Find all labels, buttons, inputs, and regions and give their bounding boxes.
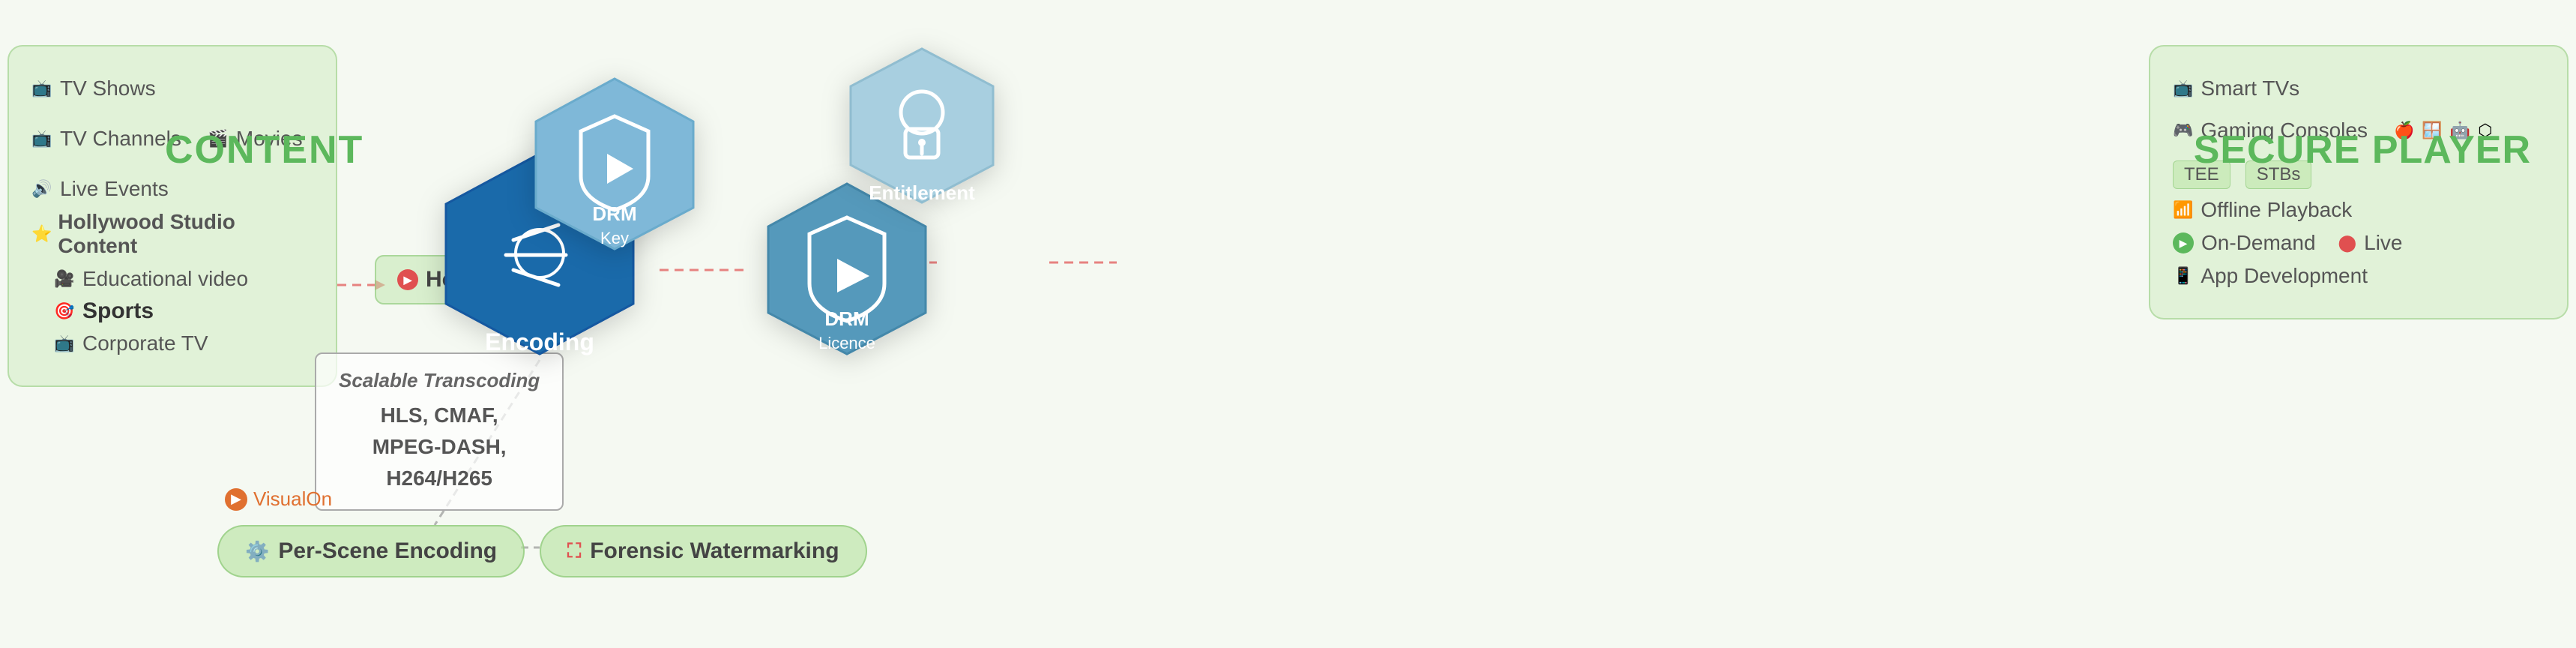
smart-tvs-icon: 📺 <box>2173 79 2193 98</box>
educational-item: 🎥 Educational video <box>54 267 313 291</box>
forensic-watermarking-badge[interactable]: ⛶ Forensic Watermarking <box>540 525 867 578</box>
per-scene-label: Per-Scene Encoding <box>278 538 497 564</box>
star-icon: ⭐ <box>31 224 52 244</box>
tv-channels-item: 📺 TV Channels <box>31 127 181 151</box>
sports-icon: 🎯 <box>54 301 75 322</box>
educational-label: Educational video <box>82 267 248 291</box>
diagram-container: 📺 TV Shows 📺 TV Channels 🎬 Movies 🔊 Live… <box>0 0 2576 648</box>
visualon-label: ▶ VisualOn <box>225 488 332 511</box>
transcoding-formats: HLS, CMAF,MPEG-DASH,H264/H265 <box>339 400 540 494</box>
on-demand-icon: ▶ <box>2173 232 2194 254</box>
visualon-icon: ▶ <box>225 488 247 511</box>
tv-channels-label: TV Channels <box>60 127 181 151</box>
ondemand-live-row: ▶ On-Demand ⬤ Live <box>2173 231 2545 255</box>
gear-icon: ⚙️ <box>245 540 269 563</box>
edu-icon: 🎥 <box>54 268 75 290</box>
secure-player-panel: 📺 Smart TVs 🎮 Gaming Consoles 🍎 🪟 🤖 ⬡ <box>2149 45 2569 320</box>
secure-player-title: SECURE PLAYER <box>2194 128 2531 172</box>
hollywood-row: ⭐ Hollywood Studio Content <box>31 210 313 258</box>
tv-channels-icon: 📺 <box>31 128 52 149</box>
smart-tvs-item: 📺 Smart TVs <box>2173 76 2299 100</box>
hollywood-label: Hollywood Studio Content <box>58 210 313 258</box>
offline-icon: 📶 <box>2173 200 2193 220</box>
per-scene-encoding-badge[interactable]: ⚙️ Per-Scene Encoding <box>217 525 525 578</box>
app-dev-item: 📱 App Development <box>2173 264 2545 288</box>
on-demand-label: On-Demand <box>2201 231 2316 255</box>
tv-shows-item: 📺 TV Shows <box>31 76 156 100</box>
corporate-label: Corporate TV <box>82 332 208 356</box>
offline-playback-item: 📶 Offline Playback <box>2173 198 2545 222</box>
live-icon: ⬤ <box>2338 233 2357 253</box>
live-item: ⬤ Live <box>2338 231 2403 255</box>
live-label: Live <box>2364 231 2402 255</box>
gaming-consoles-icon: 🎮 <box>2173 121 2193 140</box>
app-dev-label: App Development <box>2201 264 2368 288</box>
entitlement-hexagon[interactable]: Entitlement <box>847 45 997 221</box>
tv-shows-icon: 📺 <box>31 78 52 99</box>
content-panel: 📺 TV Shows 📺 TV Channels 🎬 Movies 🔊 Live… <box>7 45 337 387</box>
app-dev-icon: 📱 <box>2173 266 2193 286</box>
forensic-label: Forensic Watermarking <box>590 538 839 564</box>
live-events-label: Live Events <box>60 177 169 201</box>
corporate-item: 📺 Corporate TV <box>54 332 313 356</box>
live-events-item: 🔊 Live Events <box>31 177 169 201</box>
sports-label: Sports <box>82 298 154 324</box>
hot-folder-icon: ▶ <box>397 269 418 290</box>
on-demand-item: ▶ On-Demand <box>2173 231 2316 255</box>
drm-key-hexagon[interactable]: DRM Key <box>532 75 697 270</box>
smart-tvs-label: Smart TVs <box>2201 76 2299 100</box>
corporate-icon: 📺 <box>54 333 75 354</box>
content-title: CONTENT <box>165 128 364 172</box>
visualon-text: VisualOn <box>253 488 332 511</box>
live-events-icon: 🔊 <box>31 178 52 200</box>
forensic-icon: ⛶ <box>567 539 581 563</box>
sports-item: 🎯 Sports <box>54 298 313 324</box>
offline-playback-label: Offline Playback <box>2201 198 2352 222</box>
tv-shows-label: TV Shows <box>60 76 156 100</box>
